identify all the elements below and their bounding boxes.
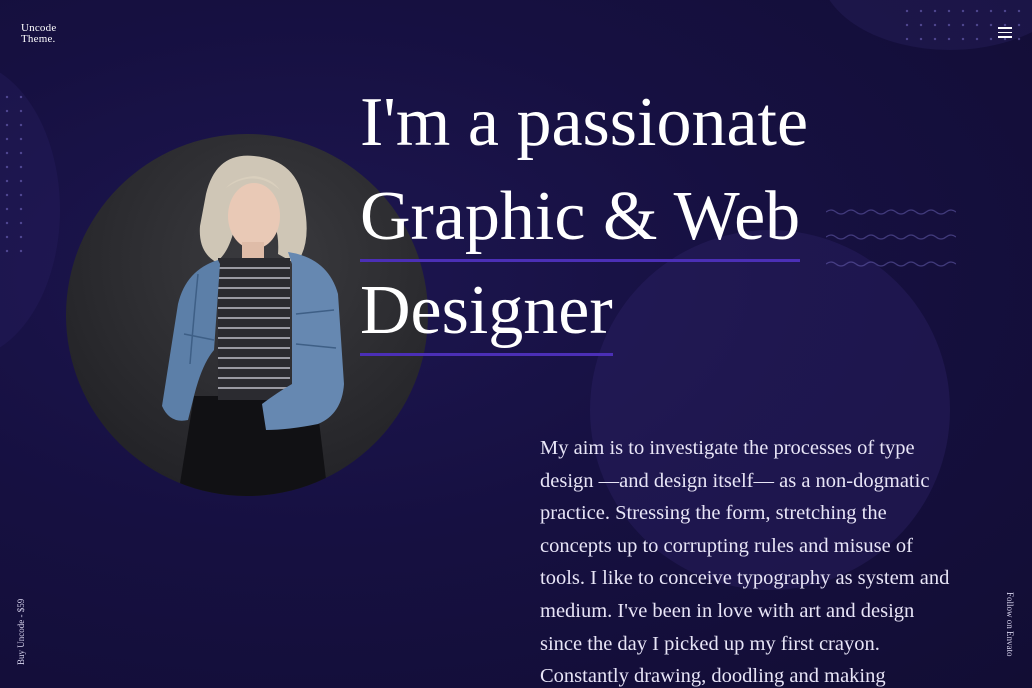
headline-line-2: Graphic & Web: [360, 170, 801, 264]
headline-line-3: Designer: [360, 264, 613, 358]
buy-uncode-link[interactable]: Buy Uncode - $59: [16, 599, 26, 665]
page: Uncode Theme. I'm a passionate Graphic &…: [0, 0, 1032, 688]
headline-line-1: I'm a passionate: [360, 84, 809, 161]
dot-pattern-left: [0, 90, 24, 260]
follow-envato-link[interactable]: Follow on Envato: [1005, 592, 1015, 657]
hero-headline: I'm a passionate Graphic & Web Designer: [360, 76, 920, 358]
hamburger-menu-icon[interactable]: [998, 27, 1012, 39]
logo-line-2: Theme.: [21, 33, 56, 45]
site-logo[interactable]: Uncode Theme.: [21, 23, 56, 45]
bio-paragraph: My aim is to investigate the processes o…: [540, 437, 950, 688]
